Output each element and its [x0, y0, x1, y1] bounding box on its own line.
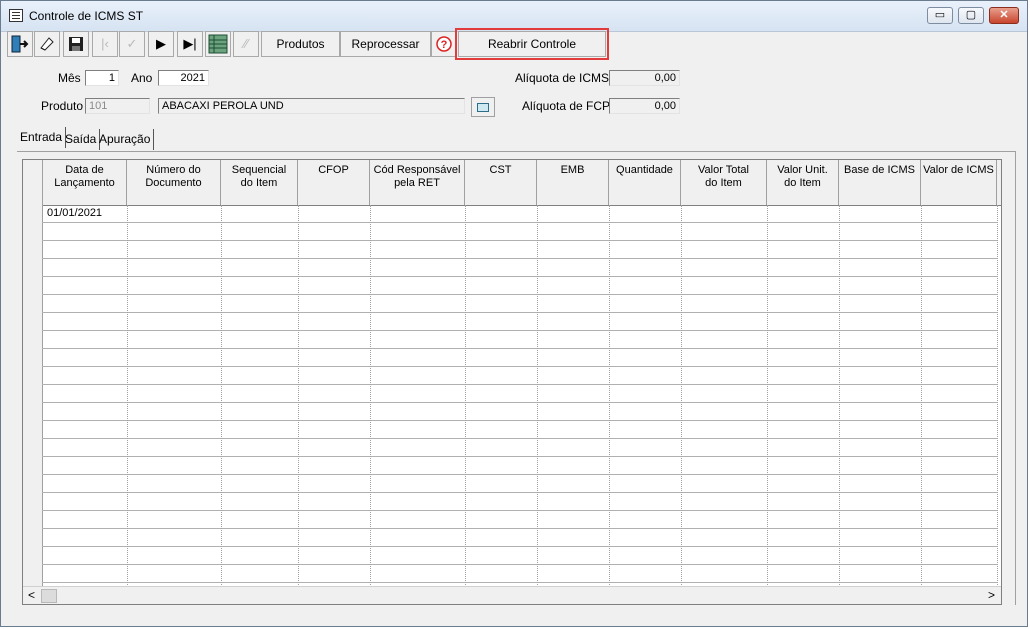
bookmark-icon: ⁄⁄ — [243, 36, 249, 51]
reabrir-controle-button[interactable]: Reabrir Controle — [455, 28, 609, 60]
toolbar: |‹ ✓ ▶ ▶| ⁄⁄ Produtos Reprocessar ? Reab… — [7, 28, 1023, 60]
last-record-button[interactable]: ▶| — [177, 31, 203, 57]
column-header[interactable]: Quantidade — [609, 160, 681, 205]
tab-panel-border-right — [1015, 151, 1016, 605]
column-divider — [839, 205, 840, 585]
row-indicator-column — [23, 205, 43, 586]
column-header[interactable]: Sequencial do Item — [221, 160, 298, 205]
column-divider — [465, 205, 466, 585]
confirm-button[interactable]: ✓ — [119, 31, 145, 57]
title-bar[interactable]: Controle de ICMS ST ▭ ▢ ✕ — [1, 1, 1027, 32]
column-divider — [298, 205, 299, 585]
grid-header: Data de Lançamento Número do Documento S… — [23, 160, 1001, 206]
check-icon: ✓ — [126, 36, 138, 51]
tab-entrada[interactable]: Entrada — [17, 127, 67, 148]
mes-field[interactable]: 1 — [85, 70, 119, 86]
tab-saida[interactable]: Saída — [62, 129, 101, 150]
save-button[interactable] — [63, 31, 89, 57]
scroll-right-arrow[interactable]: > — [983, 587, 1000, 604]
exit-button[interactable] — [7, 31, 33, 57]
next-record-button[interactable]: ▶ — [148, 31, 174, 57]
eraser-button[interactable] — [34, 31, 60, 57]
column-header[interactable]: Cód Responsável pela RET — [370, 160, 465, 205]
column-header[interactable]: EMB — [537, 160, 609, 205]
reprocessar-button[interactable]: Reprocessar — [340, 31, 431, 57]
mes-label: Mês — [58, 71, 81, 85]
tab-apuracao[interactable]: Apuração — [96, 129, 155, 150]
help-button[interactable]: ? — [431, 31, 457, 57]
eraser-icon — [40, 37, 54, 51]
column-divider — [221, 205, 222, 585]
column-divider — [609, 205, 610, 585]
next-record-icon: ▶ — [156, 36, 166, 51]
scroll-thumb[interactable] — [41, 589, 57, 603]
aliquota-icms-field: 0,00 — [609, 70, 680, 86]
column-divider — [681, 205, 682, 585]
column-header[interactable]: Data de Lançamento — [43, 160, 127, 205]
grid-view-button[interactable] — [205, 31, 231, 57]
ano-field[interactable]: 2021 — [158, 70, 209, 86]
column-divider — [921, 205, 922, 585]
maximize-button[interactable]: ▢ — [958, 7, 984, 24]
column-header[interactable]: Valor Total do Item — [681, 160, 767, 205]
svg-text:?: ? — [441, 39, 448, 51]
column-header[interactable]: Número do Documento — [127, 160, 221, 205]
scroll-left-arrow[interactable]: < — [23, 587, 40, 604]
aliquota-icms-label: Alíquota de ICMS — [515, 71, 610, 85]
column-header[interactable]: CFOP — [298, 160, 370, 205]
list-icon — [477, 103, 489, 112]
horizontal-scrollbar[interactable]: < > — [23, 586, 1001, 604]
column-divider — [370, 205, 371, 585]
column-header[interactable]: CST — [465, 160, 537, 205]
grid-icon — [208, 34, 228, 54]
ano-label: Ano — [131, 71, 153, 85]
first-record-button[interactable]: |‹ — [92, 31, 118, 57]
column-header[interactable]: Valor Unit. do Item — [767, 160, 839, 205]
first-record-icon: |‹ — [101, 36, 109, 51]
exit-icon — [11, 35, 29, 53]
produto-description-field: ABACAXI PEROLA UND — [158, 98, 465, 114]
app-window: Controle de ICMS ST ▭ ▢ ✕ |‹ ✓ ▶ ▶| ⁄⁄ P… — [0, 0, 1028, 627]
floppy-disk-icon — [69, 37, 83, 51]
aliquota-fcp-label: Alíquota de FCP — [522, 99, 611, 113]
produto-label: Produto — [41, 99, 84, 113]
aliquota-fcp-field: 0,00 — [609, 98, 680, 114]
window-title: Controle de ICMS ST — [29, 9, 144, 23]
minimize-button[interactable]: ▭ — [927, 7, 953, 24]
column-divider — [537, 205, 538, 585]
data-grid[interactable]: Data de Lançamento Número do Documento S… — [22, 159, 1002, 605]
row-indicator-header — [23, 160, 43, 205]
column-header[interactable]: Valor de ICMS — [921, 160, 997, 205]
grid-rows — [42, 205, 998, 585]
column-divider — [767, 205, 768, 585]
help-icon: ? — [436, 36, 452, 52]
disabled-tool-button[interactable]: ⁄⁄ — [233, 31, 259, 57]
last-record-icon: ▶| — [183, 36, 197, 51]
close-button[interactable]: ✕ — [989, 7, 1019, 24]
column-divider — [127, 205, 128, 585]
produtos-button[interactable]: Produtos — [261, 31, 340, 57]
produto-code-field[interactable]: 101 — [85, 98, 150, 114]
tab-panel-border — [17, 151, 1015, 152]
window-form-icon — [9, 9, 23, 22]
product-lookup-button[interactable] — [471, 97, 495, 117]
column-divider — [997, 205, 998, 585]
column-header[interactable]: Base de ICMS — [839, 160, 921, 205]
table-cell-date[interactable]: 01/01/2021 — [43, 205, 127, 222]
